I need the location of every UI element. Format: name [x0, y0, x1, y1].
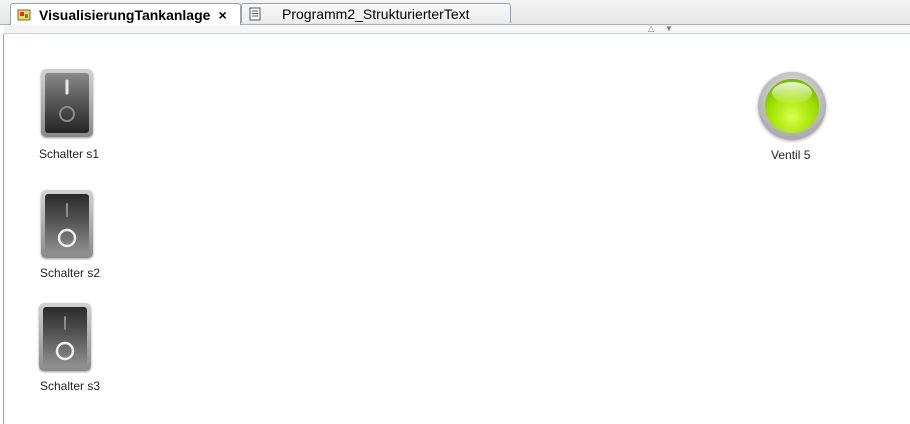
switch-s2[interactable] — [41, 190, 93, 258]
switch-s3-label: Schalter s3 — [40, 379, 101, 393]
valve-5-label: Ventil 5 — [771, 148, 811, 162]
document-icon — [249, 7, 261, 20]
visualization-canvas: Schalter s1 Schalter s2 Schalter s3 Vent… — [3, 34, 910, 424]
switch-s1[interactable] — [41, 69, 93, 137]
toggle-switch-icon — [55, 316, 75, 361]
scroll-up-arrow-icon[interactable]: △ — [648, 25, 654, 33]
tab-programm2-strukturierter-text[interactable]: Programm2_StrukturierterText — [241, 3, 511, 23]
visualization-icon — [17, 9, 31, 20]
toggle-switch-icon — [57, 203, 77, 248]
tab-label: Programm2_StrukturierterText — [282, 5, 470, 22]
scroll-down-arrow-icon[interactable]: ▼ — [665, 25, 673, 33]
tab-visualisierung-tankanlage[interactable]: VisualisierungTankanlage × — [10, 3, 241, 25]
switch-s3[interactable] — [39, 303, 91, 371]
switch-s2-label: Schalter s2 — [40, 266, 101, 280]
editor-sub-toolbar: △ ▼ — [4, 25, 910, 34]
switch-s1-label: Schalter s1 — [39, 147, 100, 161]
close-icon[interactable]: × — [218, 8, 226, 22]
toggle-switch-icon — [59, 79, 75, 122]
editor-tab-bar: VisualisierungTankanlage × Programm2_Str… — [0, 0, 910, 25]
tab-label: VisualisierungTankanlage — [39, 6, 211, 23]
valve-5-lamp — [758, 72, 826, 140]
